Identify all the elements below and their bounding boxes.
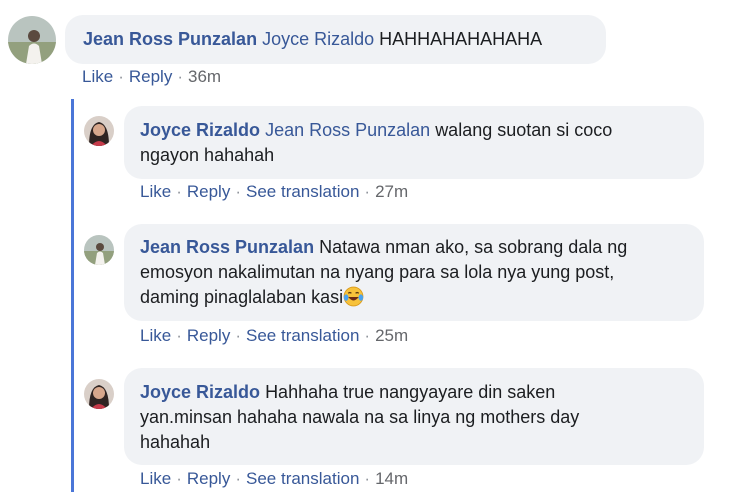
comment-text: ngayon hahahah: [140, 145, 275, 165]
comment-author[interactable]: Jean Ross Punzalan: [83, 29, 257, 49]
comment-text: daming pinaglalaban kasi: [140, 287, 344, 307]
avatar-joyce-icon: [84, 116, 114, 146]
avatar[interactable]: [84, 379, 114, 409]
comment-timestamp[interactable]: 25m: [375, 326, 408, 345]
comment-author[interactable]: Jean Ross Punzalan: [140, 237, 314, 257]
see-translation-link[interactable]: See translation: [246, 326, 359, 345]
comment-actions: Like · Reply · See translation · 14m: [140, 469, 408, 489]
comment-actions: Like · Reply · 36m: [82, 67, 221, 87]
see-translation-link[interactable]: See translation: [246, 182, 359, 201]
separator-dot: ·: [176, 326, 182, 345]
comment-actions: Like · Reply · See translation · 27m: [140, 182, 408, 202]
laughing-tears-emoji-icon: [343, 286, 364, 307]
comment-text: yan.minsan hahaha nawala na sa linya ng …: [140, 407, 580, 427]
reply-button[interactable]: Reply: [129, 67, 172, 86]
comment-text: walang suotan si coco: [435, 120, 613, 140]
comment-actions: Like · Reply · See translation · 25m: [140, 326, 408, 346]
avatar[interactable]: [8, 16, 56, 64]
separator-dot: ·: [364, 469, 371, 488]
comment-author[interactable]: Joyce Rizaldo: [140, 120, 260, 140]
like-button[interactable]: Like: [140, 469, 171, 488]
separator-dot: ·: [176, 469, 182, 488]
separator-dot: ·: [235, 182, 241, 201]
comment-text: HAHHAHAHAHAHA: [379, 29, 543, 49]
comment-mention[interactable]: Jean Ross Punzalan: [265, 120, 430, 140]
avatar-joyce-icon: [84, 379, 114, 409]
separator-dot: ·: [364, 182, 371, 201]
separator-dot: ·: [235, 469, 241, 488]
comment-timestamp[interactable]: 27m: [375, 182, 408, 201]
like-button[interactable]: Like: [82, 67, 113, 86]
comment-author[interactable]: Joyce Rizaldo: [140, 382, 260, 402]
comment-bubble: Jean Ross Punzalan Joyce Rizaldo HAHHAHA…: [65, 15, 606, 64]
comment-text: Hahhaha true nangyayare din saken: [265, 382, 556, 402]
comment-bubble: Jean Ross Punzalan Natawa nman ako, sa s…: [124, 224, 704, 321]
separator-dot: ·: [364, 326, 371, 345]
comment-text: emosyon nakalimutan na nyang para sa lol…: [140, 262, 615, 282]
comment-text: Natawa nman ako, sa sobrang dala ng: [319, 237, 628, 257]
see-translation-link[interactable]: See translation: [246, 469, 359, 488]
avatar[interactable]: [84, 116, 114, 146]
reply-button[interactable]: Reply: [187, 182, 230, 201]
comment-text: hahahah: [140, 432, 211, 452]
comment-timestamp[interactable]: 36m: [188, 67, 221, 86]
like-button[interactable]: Like: [140, 182, 171, 201]
comment-bubble: Joyce Rizaldo Hahhaha true nangyayare di…: [124, 368, 704, 465]
reply-thread-line: [71, 99, 74, 492]
like-button[interactable]: Like: [140, 326, 171, 345]
reply-button[interactable]: Reply: [187, 326, 230, 345]
reply-button[interactable]: Reply: [187, 469, 230, 488]
comment-bubble: Joyce Rizaldo Jean Ross Punzalan walang …: [124, 106, 704, 179]
separator-dot: ·: [177, 67, 183, 86]
separator-dot: ·: [235, 326, 241, 345]
avatar[interactable]: [84, 235, 114, 265]
comment-mention[interactable]: Joyce Rizaldo: [262, 29, 374, 49]
comment-timestamp[interactable]: 14m: [375, 469, 408, 488]
avatar-jean-ross-icon: [8, 16, 56, 64]
avatar-jean-ross-icon: [84, 235, 114, 265]
separator-dot: ·: [176, 182, 182, 201]
separator-dot: ·: [118, 67, 124, 86]
